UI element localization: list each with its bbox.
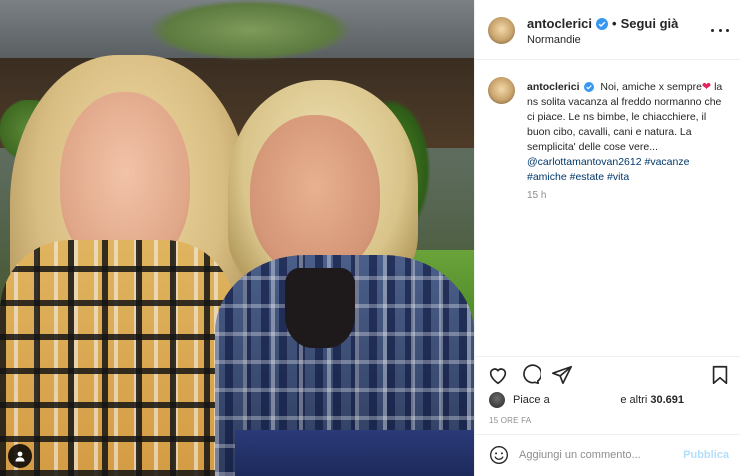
caption-time: 15 h	[527, 190, 547, 201]
publish-button[interactable]: Pubblica	[683, 449, 729, 461]
photo-table	[235, 430, 474, 476]
person-right-collar	[285, 268, 355, 348]
heart-icon[interactable]	[487, 364, 509, 386]
heart-emoji: ❤	[701, 81, 712, 93]
more-horizontal-icon[interactable]	[711, 23, 729, 37]
avatar[interactable]	[488, 17, 515, 44]
likes-suffix: e altri	[620, 394, 648, 406]
emoji-icon[interactable]	[489, 445, 509, 465]
header-user-line: antoclerici • Segui già	[527, 16, 678, 31]
liker-avatar[interactable]	[489, 392, 505, 408]
caption-line1: Noi, amiche x sempre	[600, 81, 702, 93]
post-photo[interactable]	[0, 0, 474, 476]
likes-count: 30.691	[650, 394, 684, 406]
following-button[interactable]: Segui già	[621, 16, 679, 31]
likes-line: Piace a	[489, 392, 550, 408]
header-separator: •	[612, 16, 617, 31]
hashtag-link[interactable]: #estate	[570, 171, 604, 183]
person-left-scarf	[0, 240, 235, 476]
comment-input[interactable]	[519, 445, 669, 465]
caption-username[interactable]: antoclerici	[527, 81, 580, 93]
likes-count-line[interactable]: e altri 30.691	[620, 394, 684, 406]
header-username[interactable]: antoclerici	[527, 16, 592, 31]
mention-link[interactable]: @carlottamantovan2612	[527, 156, 642, 168]
post-header: antoclerici • Segui già Normandie	[475, 0, 740, 60]
comment-bar: Pubblica	[475, 434, 740, 476]
caption-avatar[interactable]	[488, 77, 515, 104]
share-icon[interactable]	[551, 364, 573, 386]
posted-ago: 15 ORE FA	[489, 416, 532, 425]
caption-text: antoclerici Noi, amiche x sempre❤ la ns …	[527, 80, 727, 185]
user-tag-icon[interactable]	[8, 444, 32, 468]
photo-tree	[150, 0, 350, 60]
action-bar	[475, 356, 740, 396]
person-right-face	[250, 115, 380, 275]
hashtag-link[interactable]: #vita	[607, 171, 629, 183]
likes-prefix: Piace a	[513, 394, 550, 406]
verified-icon	[596, 17, 609, 30]
verified-icon	[584, 82, 595, 92]
hashtag-link[interactable]: #amiche	[527, 171, 567, 183]
hashtag-link[interactable]: #vacanze	[644, 156, 689, 168]
post-sidebar: antoclerici • Segui già Normandie antocl…	[474, 0, 740, 476]
caption-row: antoclerici Noi, amiche x sempre❤ la ns …	[475, 70, 740, 350]
location-link[interactable]: Normandie	[527, 34, 581, 46]
bookmark-icon[interactable]	[709, 364, 731, 386]
comment-icon[interactable]	[519, 364, 541, 386]
